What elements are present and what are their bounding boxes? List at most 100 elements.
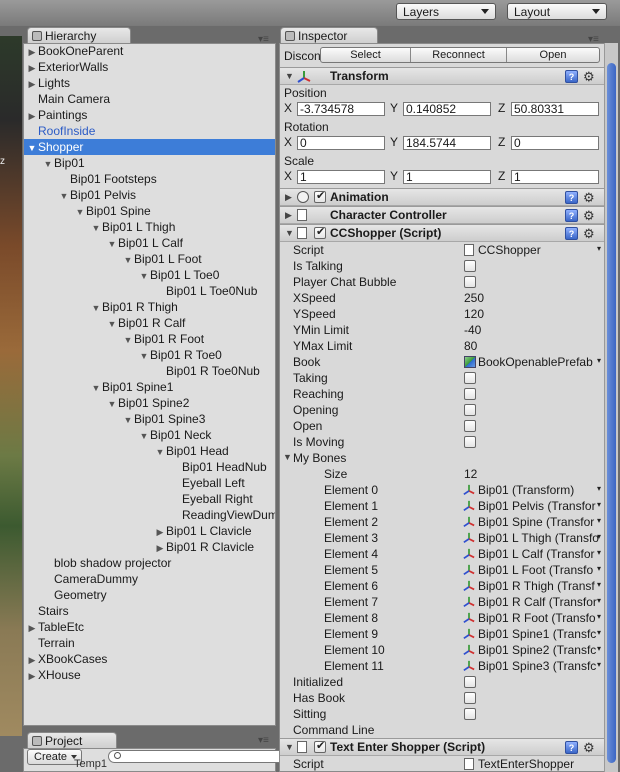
collapse-arrow-icon[interactable]: ▼: [90, 380, 102, 396]
player-chat-bubble-checkbox[interactable]: [464, 276, 476, 288]
layout-dropdown[interactable]: Layout: [507, 3, 607, 20]
transform-header[interactable]: ▼ Transform ? ⚙: [280, 67, 604, 85]
text-enter-script-value[interactable]: TextEnterShopper: [478, 756, 574, 771]
hierarchy-item[interactable]: ▼ Bip01 Neck: [24, 427, 275, 444]
help-icon[interactable]: ?: [565, 70, 578, 83]
ccshopper-enabled-checkbox[interactable]: [314, 225, 326, 239]
text-enter-enabled-checkbox[interactable]: [314, 739, 326, 753]
has-book-checkbox[interactable]: [464, 692, 476, 704]
help-icon[interactable]: ?: [565, 191, 578, 204]
collapse-arrow-icon[interactable]: ▼: [90, 300, 102, 316]
collapse-arrow-icon[interactable]: ▼: [154, 444, 166, 460]
animation-header[interactable]: ▶ Animation ? ⚙: [280, 188, 604, 206]
collapse-arrow-icon[interactable]: ▼: [26, 140, 38, 156]
hierarchy-item[interactable]: ▼ Bip01 L Thigh: [24, 219, 275, 236]
expand-arrow-icon[interactable]: ▶: [285, 210, 292, 221]
hierarchy-item[interactable]: ▼ Bip01 R Foot: [24, 331, 275, 348]
panel-menu-icon[interactable]: ▾≡: [258, 736, 272, 746]
collapse-arrow-icon[interactable]: ▼: [42, 156, 54, 172]
rotation-field[interactable]: 184.5744: [403, 136, 491, 150]
scale-axis-label[interactable]: Z: [498, 169, 505, 183]
gear-icon[interactable]: ⚙: [583, 209, 595, 222]
hierarchy-item[interactable]: ▶ TableEtc: [24, 619, 275, 635]
object-picker-icon[interactable]: ▾: [597, 548, 601, 557]
collapse-arrow-icon[interactable]: ▼: [122, 332, 134, 348]
hierarchy-item[interactable]: ▼ Bip01 L Toe0: [24, 267, 275, 284]
hierarchy-item[interactable]: blob shadow projector: [24, 555, 275, 571]
hierarchy-item[interactable]: Eyeball Right: [24, 491, 275, 507]
collapse-arrow-icon[interactable]: ▼: [138, 428, 150, 444]
hierarchy-item[interactable]: Bip01 L Toe0Nub: [24, 283, 275, 299]
collapse-arrow-icon[interactable]: ▼: [90, 220, 102, 236]
hierarchy-item[interactable]: ▶ Lights: [24, 75, 275, 92]
open-checkbox[interactable]: [464, 420, 476, 432]
hierarchy-item[interactable]: RoofInside: [24, 123, 275, 139]
hierarchy-item[interactable]: Bip01 Footsteps: [24, 171, 275, 187]
collapse-arrow-icon[interactable]: ▼: [138, 268, 150, 284]
collapse-arrow-icon[interactable]: ▼: [122, 412, 134, 428]
expand-arrow-icon[interactable]: ▶: [26, 44, 38, 60]
hierarchy-item[interactable]: ▼ Bip01: [24, 155, 275, 172]
project-search-input[interactable]: [108, 750, 290, 763]
hierarchy-item[interactable]: ▼ Bip01 R Calf: [24, 315, 275, 331]
hierarchy-item[interactable]: Terrain: [24, 635, 275, 651]
object-picker-icon[interactable]: ▾: [597, 644, 601, 653]
bone-element-value[interactable]: Bip01 Spine1 (Transfc: [478, 626, 596, 642]
position-field[interactable]: 50.80331: [511, 102, 599, 116]
hierarchy-item[interactable]: ReadingViewDum: [24, 507, 275, 523]
hierarchy-item[interactable]: ▶ Paintings: [24, 107, 275, 124]
object-picker-icon[interactable]: ▾: [597, 660, 601, 669]
expand-arrow-icon[interactable]: ▶: [26, 108, 38, 124]
hierarchy-item[interactable]: Main Camera: [24, 91, 275, 107]
gear-icon[interactable]: ⚙: [583, 191, 595, 204]
hierarchy-item[interactable]: Eyeball Left: [24, 475, 275, 491]
ymax-limit-value[interactable]: 80: [464, 338, 477, 354]
scene-view-edge[interactable]: z: [0, 36, 22, 736]
position-axis-label[interactable]: Y: [390, 101, 398, 115]
hierarchy-item[interactable]: ▼ Bip01 L Calf: [24, 235, 275, 251]
book-value[interactable]: BookOpenablePrefab: [478, 354, 593, 370]
bone-element-value[interactable]: Bip01 R Foot (Transfo: [478, 610, 596, 626]
hierarchy-item[interactable]: ▼ Bip01 R Toe0: [24, 347, 275, 363]
gear-icon[interactable]: ⚙: [583, 70, 595, 83]
expand-arrow-icon[interactable]: ▶: [26, 76, 38, 92]
reconnect-button[interactable]: Reconnect: [411, 48, 507, 62]
collapse-arrow-icon[interactable]: ▼: [58, 188, 70, 204]
script-value[interactable]: CCShopper: [478, 242, 541, 258]
text-enter-shopper-header[interactable]: ▼ Text Enter Shopper (Script) ? ⚙: [280, 738, 604, 756]
open-button[interactable]: Open: [507, 48, 599, 62]
sitting-checkbox[interactable]: [464, 708, 476, 720]
xspeed-value[interactable]: 250: [464, 290, 484, 306]
object-picker-icon[interactable]: ▾: [597, 596, 601, 605]
reaching-checkbox[interactable]: [464, 388, 476, 400]
ymin-limit-value[interactable]: -40: [464, 322, 481, 338]
expand-arrow-icon[interactable]: ▶: [154, 540, 166, 556]
position-field[interactable]: -3.734578: [297, 102, 385, 116]
opening-checkbox[interactable]: [464, 404, 476, 416]
hierarchy-item[interactable]: Bip01 HeadNub: [24, 459, 275, 475]
hierarchy-item[interactable]: Bip01 R Toe0Nub: [24, 363, 275, 379]
hierarchy-item[interactable]: ▶ Bip01 R Clavicle: [24, 539, 275, 556]
hierarchy-item[interactable]: ▼ Bip01 Spine2: [24, 395, 275, 411]
gear-icon[interactable]: ⚙: [583, 741, 595, 754]
hierarchy-item[interactable]: CameraDummy: [24, 571, 275, 587]
size-value[interactable]: 12: [464, 466, 477, 482]
object-picker-icon[interactable]: ▾: [597, 612, 601, 621]
scale-field[interactable]: 1: [297, 170, 385, 184]
hierarchy-item[interactable]: ▼ Bip01 Spine: [24, 203, 275, 220]
collapse-arrow-icon[interactable]: ▼: [283, 452, 292, 462]
object-picker-icon[interactable]: ▾: [597, 244, 601, 253]
hierarchy-item[interactable]: ▶ BookOneParent: [24, 44, 275, 60]
collapse-arrow-icon[interactable]: ▼: [74, 204, 86, 220]
scale-axis-label[interactable]: Y: [390, 169, 398, 183]
collapse-arrow-icon[interactable]: ▼: [285, 71, 294, 81]
object-picker-icon[interactable]: ▾: [597, 516, 601, 525]
character-controller-header[interactable]: ▶ Character Controller ? ⚙: [280, 206, 604, 224]
is-talking-checkbox[interactable]: [464, 260, 476, 272]
bone-element-value[interactable]: Bip01 Spine (Transfor: [478, 514, 594, 530]
expand-arrow-icon[interactable]: ▶: [26, 60, 38, 76]
expand-arrow-icon[interactable]: ▶: [26, 652, 38, 668]
hierarchy-item[interactable]: ▼ Bip01 Head: [24, 443, 275, 460]
animation-enabled-checkbox[interactable]: [314, 189, 326, 203]
scale-field[interactable]: 1: [403, 170, 491, 184]
